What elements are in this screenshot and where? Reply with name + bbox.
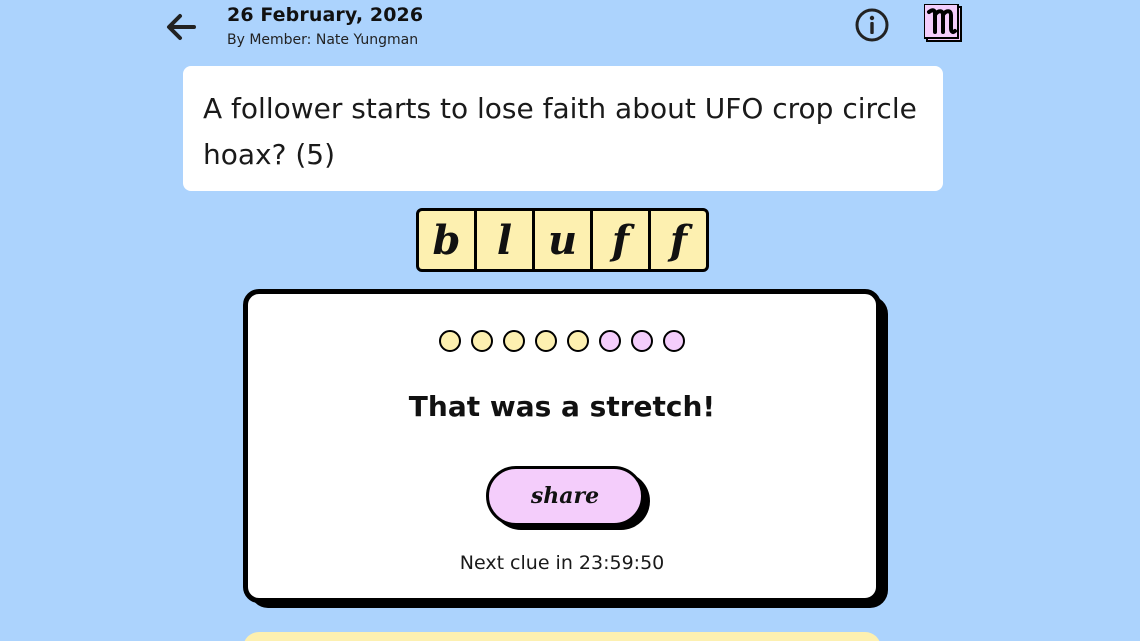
back-button[interactable] (160, 6, 202, 48)
result-card: That was a stretch! share Next clue in 2… (243, 289, 881, 603)
attempt-dot-used (503, 330, 525, 352)
clue-text: A follower starts to lose faith about UF… (203, 92, 917, 171)
attempt-dot-remaining (599, 330, 621, 352)
answer-tile: u (535, 211, 590, 269)
answer-tiles: b l u f f (416, 208, 709, 272)
arrow-left-icon (167, 14, 196, 40)
result-message: That was a stretch! (408, 390, 716, 423)
attempt-dot-used (471, 330, 493, 352)
bottom-card (243, 632, 881, 641)
info-button[interactable] (853, 6, 891, 44)
share-button[interactable]: share (486, 466, 644, 526)
attempt-dot-remaining (631, 330, 653, 352)
info-circle-icon (855, 8, 889, 42)
answer-tile: l (477, 211, 532, 269)
attempt-dot-used (439, 330, 461, 352)
puzzle-date: 26 February, 2026 (227, 4, 424, 26)
attempt-dot-remaining (663, 330, 685, 352)
answer-tile: f (651, 211, 706, 269)
m-logo-icon (923, 3, 962, 42)
answer-tile: f (593, 211, 648, 269)
next-clue-countdown: Next clue in 23:59:50 (459, 552, 665, 574)
site-logo[interactable] (923, 3, 962, 42)
page: 26 February, 2026 By Member: Nate Yungma… (0, 0, 1140, 641)
attempt-dots (248, 330, 876, 352)
attempt-dot-used (535, 330, 557, 352)
answer-tile: b (419, 211, 474, 269)
attempt-dot-used (567, 330, 589, 352)
clue-card: A follower starts to lose faith about UF… (183, 66, 943, 191)
puzzle-byline: By Member: Nate Yungman (227, 32, 419, 48)
